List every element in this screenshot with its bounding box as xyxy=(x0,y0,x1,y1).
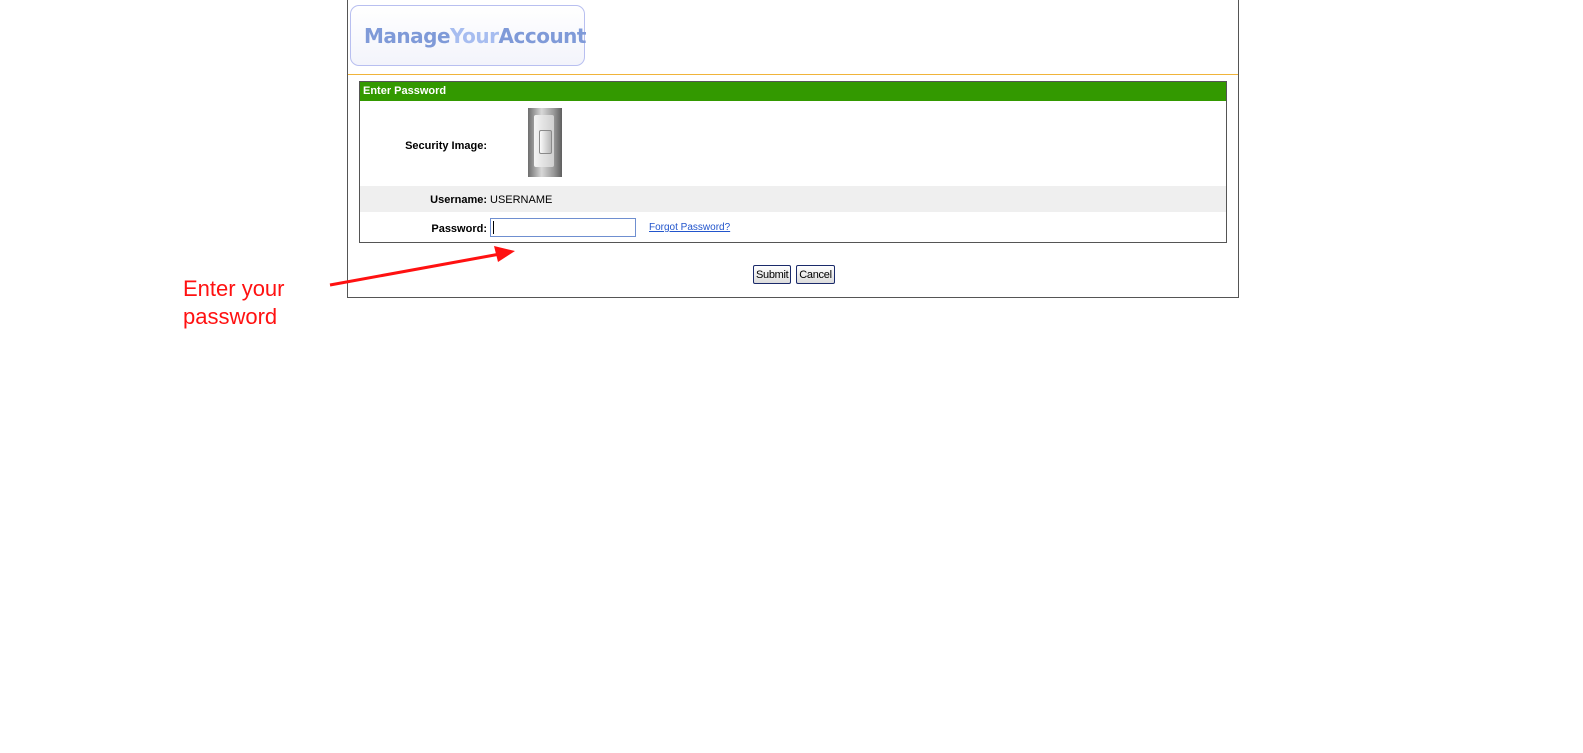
annotation-callout: Enter your password xyxy=(183,275,285,331)
annotation-line-2: password xyxy=(183,304,278,329)
annotation-line-1: Enter your xyxy=(183,276,285,301)
annotation-arrow-icon xyxy=(329,246,515,287)
